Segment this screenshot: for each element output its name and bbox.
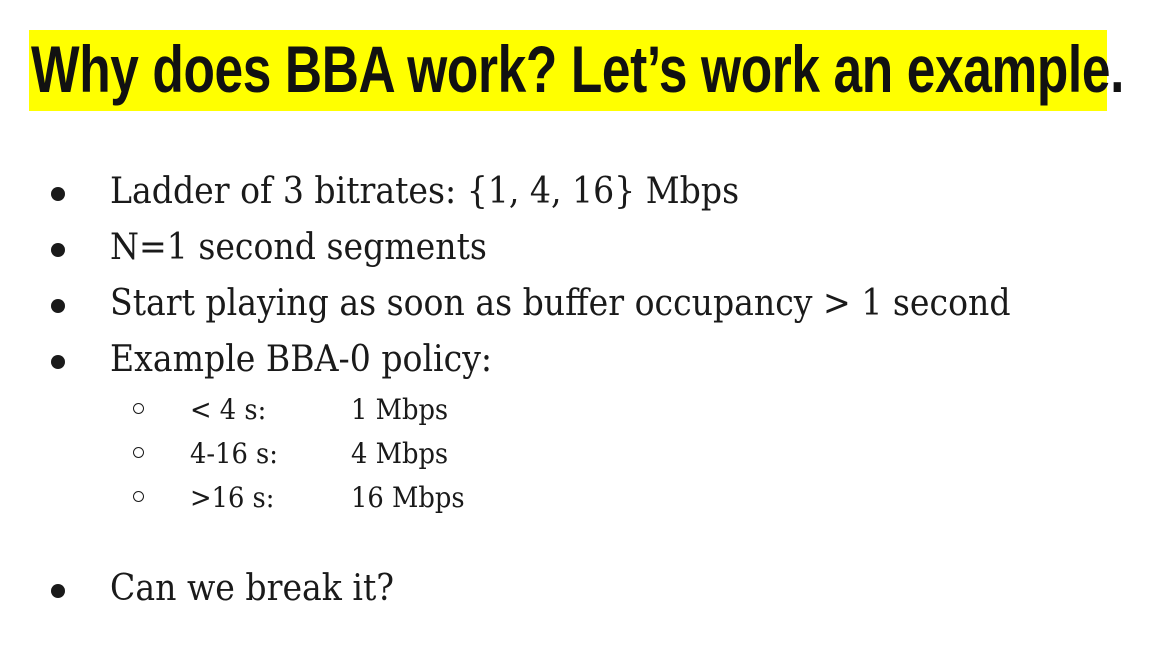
- bullet-text: Ladder of 3 bitrates: {1, 4, 16} Mbps: [110, 171, 740, 212]
- policy-range: >16 s:: [190, 481, 275, 514]
- bullet-item-ladder: Ladder of 3 bitrates: {1, 4, 16} Mbps: [0, 166, 1174, 218]
- bullet-item-policy: Example BBA-0 policy:: [0, 334, 1174, 386]
- hollow-bullet-icon: [133, 403, 144, 414]
- policy-rate: 1 Mbps: [351, 393, 449, 426]
- hollow-bullet-icon: [133, 491, 144, 502]
- bullet-item-segments: N=1 second segments: [0, 222, 1174, 274]
- policy-rate: 16 Mbps: [351, 481, 465, 514]
- policy-item-low: < 4 s: 1 Mbps: [0, 390, 1174, 430]
- hollow-bullet-icon: [133, 447, 144, 458]
- bullet-text: N=1 second segments: [110, 227, 487, 268]
- bullet-icon: [51, 243, 65, 257]
- policy-rate: 4 Mbps: [351, 437, 449, 470]
- bullet-icon: [51, 299, 65, 313]
- policy-item-high: >16 s: 16 Mbps: [0, 478, 1174, 518]
- bullet-text: Can we break it?: [110, 568, 395, 609]
- bullet-icon: [51, 187, 65, 201]
- bullet-item-start-playing: Start playing as soon as buffer occupanc…: [0, 278, 1174, 330]
- policy-range: < 4 s:: [190, 393, 267, 426]
- slide: Why does BBA work? Let’s work an example…: [0, 0, 1174, 662]
- bullet-item-question: Can we break it?: [0, 563, 1174, 615]
- bullet-icon: [51, 584, 65, 598]
- bullet-text: Example BBA-0 policy:: [110, 339, 493, 380]
- bullet-text: Start playing as soon as buffer occupanc…: [110, 283, 1011, 324]
- bullet-icon: [51, 355, 65, 369]
- policy-item-mid: 4-16 s: 4 Mbps: [0, 434, 1174, 474]
- policy-range: 4-16 s:: [190, 437, 278, 470]
- slide-title: Why does BBA work? Let’s work an example…: [31, 32, 1124, 106]
